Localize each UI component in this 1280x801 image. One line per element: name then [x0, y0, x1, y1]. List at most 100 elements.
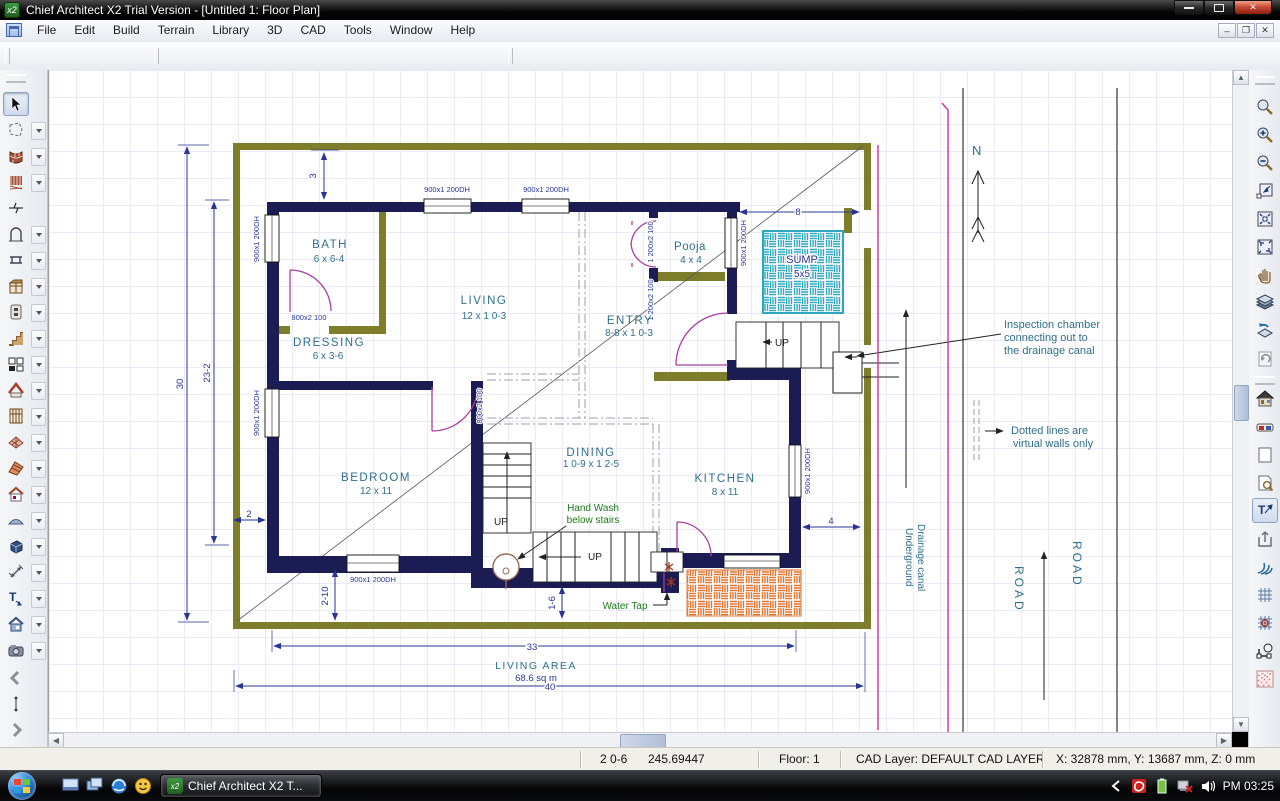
fill-window-button[interactable]	[1252, 206, 1278, 231]
zoom-button[interactable]	[1252, 94, 1278, 119]
toolbar-back-button[interactable]	[3, 666, 29, 690]
layers-button[interactable]	[1252, 290, 1278, 315]
tool-framing-button[interactable]	[3, 404, 29, 428]
antivirus-tray-icon[interactable]	[1131, 778, 1147, 794]
toolbar-grip[interactable]	[6, 74, 26, 83]
menu-terrain[interactable]: Terrain	[149, 20, 204, 42]
tool-dormer-button[interactable]	[3, 482, 29, 506]
snap-grid-button[interactable]	[1252, 610, 1278, 635]
menu-3d[interactable]: 3D	[258, 20, 291, 42]
tool-dimension-button[interactable]	[3, 352, 29, 376]
dormer-dropdown-icon[interactable]	[31, 486, 46, 504]
roof-dropdown-icon[interactable]	[31, 382, 46, 400]
sheet-preview-button[interactable]	[1252, 470, 1278, 495]
door-dropdown-icon[interactable]	[31, 226, 46, 244]
sump[interactable]: SUMP 5x5	[763, 231, 843, 313]
network-tray-icon[interactable]	[1177, 778, 1193, 794]
vertical-scrollbar[interactable]: ▲ ▼	[1232, 70, 1249, 732]
inspection-chamber[interactable]	[833, 334, 1001, 393]
scroll-left-icon[interactable]: ◀	[48, 733, 64, 748]
zoom-in-button[interactable]	[1252, 122, 1278, 147]
previous-view-button[interactable]	[1252, 346, 1278, 371]
connect-cad-button[interactable]	[1252, 638, 1278, 663]
stairs-upper[interactable]: UP	[483, 443, 531, 533]
tool-roof-plane-button[interactable]	[3, 456, 29, 480]
clock[interactable]: PM 03:25	[1223, 779, 1274, 793]
tool-select-button[interactable]	[3, 92, 29, 116]
mdi-close-button[interactable]: ✕	[1256, 23, 1274, 38]
restore-button[interactable]	[1204, 0, 1234, 15]
electrical-dropdown-icon[interactable]	[31, 304, 46, 322]
wash-area[interactable]	[687, 570, 801, 616]
zoom-selection-button[interactable]	[1252, 178, 1278, 203]
horizontal-scrollbar[interactable]: ◀ ▶	[48, 732, 1232, 748]
floor-dropdown-icon[interactable]	[31, 434, 46, 452]
tool-roof-button[interactable]	[3, 378, 29, 402]
window-switcher-icon[interactable]	[86, 777, 104, 795]
tool-measure-button[interactable]	[3, 560, 29, 584]
terrain-dropdown-icon[interactable]	[31, 512, 46, 530]
light-rays-button[interactable]	[1252, 666, 1278, 691]
text-dropdown-icon[interactable]	[31, 590, 46, 608]
mdi-restore-button[interactable]: ❐	[1237, 23, 1255, 38]
text-arrow-button[interactable]: T	[1252, 498, 1278, 523]
close-button[interactable]: ✕	[1234, 0, 1272, 15]
stairs-dropdown-icon[interactable]	[31, 330, 46, 348]
volume-tray-icon[interactable]	[1200, 778, 1216, 794]
menu-cad[interactable]: CAD	[291, 20, 334, 42]
vertical-scroll-thumb[interactable]	[1234, 385, 1249, 421]
menu-window[interactable]: Window	[381, 20, 442, 42]
cabinet-dropdown-icon[interactable]	[31, 278, 46, 296]
tool-door-button[interactable]	[3, 222, 29, 246]
dimension-dropdown-icon[interactable]	[31, 356, 46, 374]
walkthrough-dropdown-icon[interactable]	[31, 616, 46, 634]
tray-expand-icon[interactable]	[1108, 778, 1124, 794]
expand-view-button[interactable]	[1252, 234, 1278, 259]
rotate-plan-button[interactable]	[1252, 318, 1278, 343]
start-button[interactable]	[8, 772, 36, 800]
taskbar-app-button[interactable]: x2 Chief Architect X2 T...	[160, 774, 322, 798]
menu-help[interactable]: Help	[441, 20, 484, 42]
deck-dropdown-icon[interactable]	[31, 174, 46, 192]
scroll-up-icon[interactable]: ▲	[1233, 70, 1249, 85]
tool-walkthrough-button[interactable]	[3, 612, 29, 636]
tool-terrain-button[interactable]	[3, 508, 29, 532]
room-dropdown-icon[interactable]	[31, 122, 46, 140]
menu-library[interactable]: Library	[203, 20, 258, 42]
roof-plane-dropdown-icon[interactable]	[31, 460, 46, 478]
tool-electrical-button[interactable]	[3, 300, 29, 324]
export-button[interactable]	[1252, 526, 1278, 551]
menu-tools[interactable]: Tools	[335, 20, 381, 42]
tool-deck-button[interactable]	[3, 170, 29, 194]
tool-stairs-button[interactable]	[3, 326, 29, 350]
tool-floor-button[interactable]	[3, 430, 29, 454]
3d-glasses-button[interactable]	[1252, 414, 1278, 439]
toolbar-grip[interactable]	[1255, 76, 1275, 85]
internet-explorer-icon[interactable]	[110, 777, 128, 795]
tool-camera-button[interactable]	[3, 638, 29, 662]
spline-button[interactable]	[1252, 554, 1278, 579]
box-dropdown-icon[interactable]	[31, 538, 46, 556]
floor-tools-button[interactable]	[1252, 386, 1278, 411]
scroll-down-icon[interactable]: ▼	[1233, 717, 1249, 732]
menu-edit[interactable]: Edit	[65, 20, 104, 42]
document-icon[interactable]	[6, 23, 22, 37]
wall-dropdown-icon[interactable]	[31, 148, 46, 166]
tool-window-button[interactable]	[3, 248, 29, 272]
grid-button[interactable]	[1252, 582, 1278, 607]
framing-dropdown-icon[interactable]	[31, 408, 46, 426]
tool-wall-button[interactable]	[3, 144, 29, 168]
mdi-minimize-button[interactable]: –	[1218, 23, 1236, 38]
horizontal-scroll-thumb[interactable]	[620, 734, 666, 748]
blank-sheet-button[interactable]	[1252, 442, 1278, 467]
menu-file[interactable]: File	[28, 20, 65, 42]
measure-dropdown-icon[interactable]	[31, 564, 46, 582]
minimize-button[interactable]	[1174, 0, 1204, 15]
messenger-smiley-icon[interactable]	[134, 777, 152, 795]
show-desktop-icon[interactable]	[62, 777, 80, 795]
tool-cabinet-button[interactable]	[3, 274, 29, 298]
toolbar-grip[interactable]	[1255, 376, 1275, 385]
pan-button[interactable]	[1252, 262, 1278, 287]
tool-wall-break-button[interactable]	[3, 196, 29, 220]
window-dropdown-icon[interactable]	[31, 252, 46, 270]
